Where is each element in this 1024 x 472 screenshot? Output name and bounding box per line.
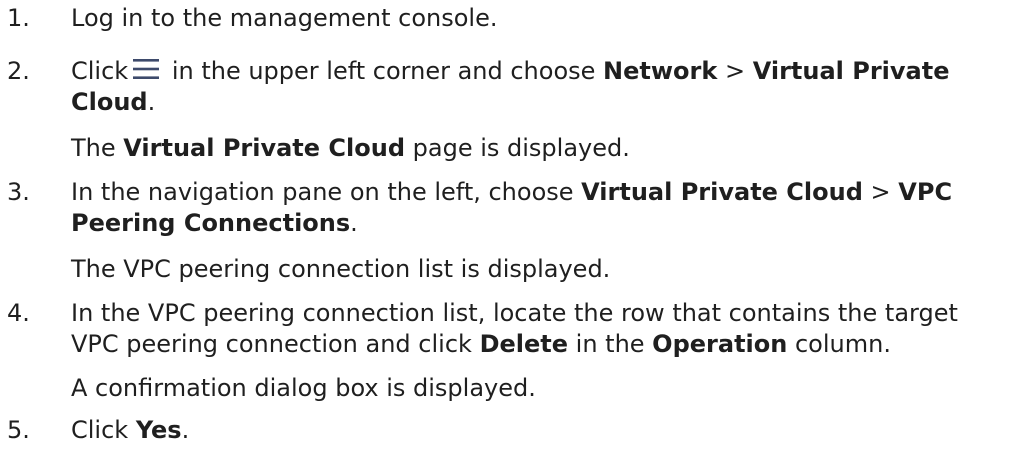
step-5: 5. Click Yes. (0, 415, 1024, 446)
step-text: Click Yes. (71, 416, 190, 444)
step-3: 3. In the navigation pane on the left, c… (0, 177, 1024, 285)
step-result: A confirmation dialog box is displayed. (71, 374, 536, 402)
step-text: Log in to the management console. (71, 4, 498, 32)
step-result: The VPC peering connection list is displ… (71, 255, 611, 283)
ui-term: Virtual Private Cloud (581, 178, 863, 206)
step-number: 3. (7, 178, 30, 206)
step-text: Click in the upper left corner and choos… (71, 57, 950, 116)
menu-icon (133, 59, 160, 79)
procedure-steps: 1. Log in to the management console. 2. … (0, 0, 1024, 446)
step-4: 4. In the VPC peering connection list, l… (0, 298, 1024, 404)
step-number: 4. (7, 299, 30, 327)
step-2: 2. Click in the upper left corner and ch… (0, 56, 1024, 164)
step-number: 1. (7, 4, 30, 32)
ui-term: Network (603, 57, 718, 85)
ui-term: Delete (479, 330, 569, 358)
ui-term: Yes (135, 416, 182, 444)
step-1: 1. Log in to the management console. (0, 3, 1024, 34)
ui-term: Operation (652, 330, 788, 358)
step-number: 5. (7, 416, 30, 444)
step-number: 2. (7, 57, 30, 85)
ui-term: Virtual Private Cloud (123, 134, 406, 162)
step-text: In the navigation pane on the left, choo… (71, 178, 953, 237)
step-result: The Virtual Private Cloud page is displa… (71, 134, 630, 162)
step-text: In the VPC peering connection list, loca… (71, 299, 958, 358)
